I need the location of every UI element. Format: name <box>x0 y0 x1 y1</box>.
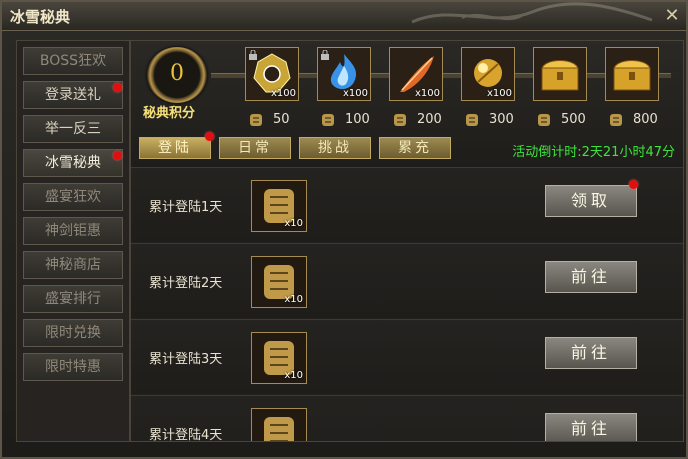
reward-slot[interactable]: x100 <box>389 47 443 101</box>
gold-chest-icon <box>541 60 579 91</box>
reward-slot[interactable] <box>605 47 659 101</box>
sidebar-item-limited-offer[interactable]: 限时特惠 <box>23 353 123 381</box>
claim-button[interactable]: 领取 <box>545 185 637 217</box>
tab-recharge[interactable]: 累充 <box>379 137 451 159</box>
scroll-token-icon <box>610 114 622 126</box>
reward-slot[interactable]: x100 <box>317 47 371 101</box>
lock-icon <box>321 50 329 60</box>
score-badge: 0 <box>147 47 207 103</box>
notice-dot <box>113 83 122 92</box>
main-panel: 0 秘典积分 x100 50 x100 100 x100 200 x100 30… <box>130 40 684 442</box>
task-reward-item[interactable]: x10 <box>251 180 307 232</box>
reward-cost-value: 100 <box>345 112 370 127</box>
reward-count: x100 <box>342 88 368 99</box>
score-value: 0 <box>170 61 184 86</box>
scroll-token-icon <box>466 114 478 126</box>
dragon-ornament-icon <box>411 2 653 24</box>
reward-slot[interactable]: x100 <box>461 47 515 101</box>
sidebar-item-feast-ranking[interactable]: 盛宴排行 <box>23 285 123 313</box>
notice-dot <box>113 151 122 160</box>
tab-challenge[interactable]: 挑战 <box>299 137 371 159</box>
activity-window: 冰雪秘典 ✕ BOSS狂欢 登录送礼 举一反三 冰雪秘典 盛宴狂欢 神剑钜惠 神… <box>0 0 688 459</box>
sidebar-item-boss-carnival[interactable]: BOSS狂欢 <box>23 47 123 75</box>
task-label: 累计登陆3天 <box>149 352 223 367</box>
sidebar-item-login-gift[interactable]: 登录送礼 <box>23 81 123 109</box>
reward-slot[interactable] <box>533 47 587 101</box>
score-label: 秘典积分 <box>143 106 196 121</box>
task-row: 累计登陆3天 x10 前往 <box>131 319 683 394</box>
title-bar[interactable]: 冰雪秘典 ✕ <box>2 2 686 31</box>
task-label: 累计登陆2天 <box>149 276 223 291</box>
reward-count: x100 <box>486 88 512 99</box>
task-label: 累计登陆1天 <box>149 200 223 215</box>
sidebar-item-limited-exchange[interactable]: 限时兑换 <box>23 319 123 347</box>
sidebar-item-mystery-shop[interactable]: 神秘商店 <box>23 251 123 279</box>
reward-count: x100 <box>414 88 440 99</box>
task-reward-count: x10 <box>284 370 303 381</box>
reward-cost-value: 800 <box>633 112 658 127</box>
go-button[interactable]: 前往 <box>545 337 637 369</box>
scroll-token-icon <box>394 114 406 126</box>
task-reward-item[interactable]: x10 <box>251 332 307 384</box>
task-reward-item[interactable] <box>251 408 307 441</box>
tab-login[interactable]: 登陆 <box>139 137 211 159</box>
close-icon[interactable]: ✕ <box>662 6 682 26</box>
reward-cost-value: 50 <box>273 112 290 127</box>
sidebar: BOSS狂欢 登录送礼 举一反三 冰雪秘典 盛宴狂欢 神剑钜惠 神秘商店 盛宴排… <box>16 40 130 442</box>
task-row: 累计登陆4天 前往 <box>131 395 683 442</box>
reward-track: 0 秘典积分 x100 50 x100 100 x100 200 x100 30… <box>131 41 683 168</box>
reward-cost-value: 300 <box>489 112 514 127</box>
lock-icon <box>249 50 257 60</box>
scroll-token-icon <box>538 114 550 126</box>
gold-chest-icon <box>613 60 651 91</box>
task-label: 累计登陆4天 <box>149 428 223 442</box>
notice-dot <box>205 132 214 141</box>
reward-count: x100 <box>270 88 296 99</box>
scroll-token-icon <box>264 417 294 441</box>
sidebar-item-juyifansan[interactable]: 举一反三 <box>23 115 123 143</box>
task-reward-count: x10 <box>284 218 303 229</box>
window-title: 冰雪秘典 <box>10 8 71 26</box>
task-row: 累计登陆1天 x10 领取 <box>131 167 683 242</box>
task-row: 累计登陆2天 x10 前往 <box>131 243 683 318</box>
task-reward-count: x10 <box>284 294 303 305</box>
scroll-token-icon <box>250 114 262 126</box>
reward-cost-value: 200 <box>417 112 442 127</box>
task-reward-item[interactable]: x10 <box>251 256 307 308</box>
tab-daily[interactable]: 日常 <box>219 137 291 159</box>
sidebar-item-ice-snow-book[interactable]: 冰雪秘典 <box>23 149 123 177</box>
sidebar-item-sword-discount[interactable]: 神剑钜惠 <box>23 217 123 245</box>
reward-slot[interactable]: x100 <box>245 47 299 101</box>
event-countdown: 活动倒计时:2天21小时47分 <box>512 145 675 160</box>
notice-dot <box>629 180 638 189</box>
go-button[interactable]: 前往 <box>545 413 637 441</box>
reward-cost-value: 500 <box>561 112 586 127</box>
sidebar-item-feast-carnival[interactable]: 盛宴狂欢 <box>23 183 123 211</box>
scroll-token-icon <box>322 114 334 126</box>
go-button[interactable]: 前往 <box>545 261 637 293</box>
